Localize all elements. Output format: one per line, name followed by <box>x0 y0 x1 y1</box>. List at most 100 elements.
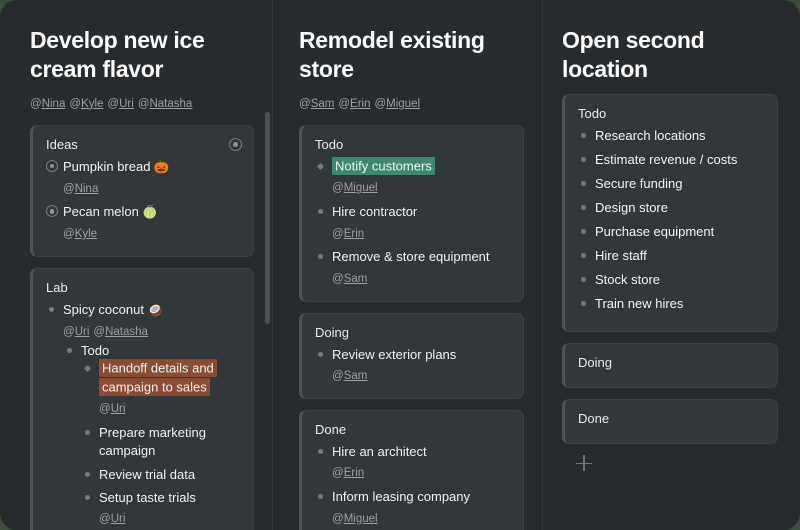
card-done[interactable]: Done Hire an architect @Erin Inform leasing… <box>299 409 524 530</box>
mention[interactable]: @Nina <box>63 183 98 195</box>
item-label: Notify customers <box>332 157 435 176</box>
dot-bullet-icon <box>581 156 586 162</box>
item-label: Research locations <box>595 127 706 143</box>
list-item[interactable]: Handoff details and campaign to sales @Ur… <box>83 359 241 419</box>
mention[interactable]: @Miguel <box>332 182 378 194</box>
card-title: Lab <box>46 279 68 295</box>
dot-bullet-icon <box>318 448 323 454</box>
item-label: Stock store <box>595 271 661 287</box>
mention[interactable]: @Uri <box>63 326 89 338</box>
mention[interactable]: @Sam <box>332 273 367 285</box>
list-item[interactable]: Estimate revenue / costs <box>581 151 765 169</box>
mention[interactable]: @Erin <box>332 467 364 479</box>
item-label: Design store <box>595 199 668 215</box>
dot-bullet-icon <box>85 495 90 501</box>
card-title: Doing <box>315 324 349 340</box>
mention-name: Nina <box>74 182 99 195</box>
mention[interactable]: @Kyle <box>63 228 97 240</box>
item-list: Review exterior plans @Sam <box>315 346 511 386</box>
list-item[interactable]: Stock store <box>581 271 765 289</box>
list-item[interactable]: Research locations <box>581 127 765 145</box>
list-item[interactable]: Remove & store equipment @Sam <box>318 248 511 288</box>
mention-name: Kyle <box>74 228 98 241</box>
item-mentions: @Nina <box>63 178 241 199</box>
list-item[interactable]: Pumpkin bread 🎃 @Nina <box>46 158 241 199</box>
card-ideas[interactable]: Ideas Pumpkin bread 🎃 @Nina Pecan melon 🍈 @K… <box>30 124 254 257</box>
mention-at: @ <box>332 272 344 285</box>
list-item[interactable]: Spicy coconut 🥥 @Uri @Natasha Todo Handoff d… <box>49 301 241 530</box>
column-scrollbar[interactable] <box>265 112 270 324</box>
mention[interactable]: @Natasha <box>93 326 148 338</box>
card-todo[interactable]: Todo Notify customers @Miguel Hire contract… <box>299 124 524 302</box>
mention-name: Erin <box>343 227 365 240</box>
dot-bullet-icon <box>581 180 586 186</box>
card-doing[interactable]: Doing <box>562 342 778 388</box>
list-item[interactable]: Train new hires <box>581 295 765 313</box>
item-mentions: @Miguel <box>332 508 511 529</box>
mention-at: @ <box>63 182 75 195</box>
mention[interactable]: @Uri <box>107 98 133 110</box>
mention-at: @ <box>99 513 111 526</box>
list-item[interactable]: Secure funding <box>581 175 765 193</box>
item-label: Train new hires <box>595 295 684 311</box>
list-item[interactable]: Review exterior plans @Sam <box>318 346 511 386</box>
list-item[interactable]: Notify customers @Miguel <box>316 157 511 198</box>
list-item[interactable]: Todo Handoff details and campaign to sale… <box>67 342 241 530</box>
highlighted-text: Notify customers <box>332 157 435 176</box>
list-item[interactable]: Pecan melon 🍈 @Kyle <box>46 203 241 244</box>
mention[interactable]: @Uri <box>99 513 125 525</box>
mention[interactable]: @Erin <box>332 228 364 240</box>
item-label: Secure funding <box>595 175 683 191</box>
item-label: Pecan melon 🍈 <box>63 204 158 220</box>
mention-name: Miguel <box>343 512 378 525</box>
diamond-bullet-icon <box>316 162 325 170</box>
column-title: Develop new ice cream flavor <box>30 27 205 83</box>
mention[interactable]: @Kyle <box>69 98 103 110</box>
list-item[interactable]: Hire staff <box>581 247 765 265</box>
item-mentions: @Erin <box>332 223 511 244</box>
mention-name: Natasha <box>149 97 193 110</box>
card-done[interactable]: Done <box>562 398 778 444</box>
list-item[interactable]: Prepare marketing campaign <box>85 424 241 461</box>
card-doing[interactable]: Doing Review exterior plans @Sam <box>299 312 524 399</box>
mention[interactable]: @Natasha <box>138 98 193 110</box>
item-list: Notify customers @Miguel Hire contractor @E… <box>315 157 511 289</box>
mention-name: Uri <box>119 97 134 110</box>
item-label: Remove & store equipment <box>332 249 490 265</box>
item-list: Hire an architect @Erin Inform leasing com… <box>315 443 511 529</box>
card-radio-icon[interactable] <box>229 137 242 151</box>
add-card-button[interactable] <box>576 454 594 473</box>
list-item[interactable]: Review trial data <box>85 466 241 484</box>
mention-name: Erin <box>350 97 371 110</box>
mention[interactable]: @Miguel <box>374 98 420 110</box>
kanban-board: Develop new ice cream flavor @Nina @Kyle @U… <box>0 0 800 530</box>
list-item[interactable]: Setup taste trials @Uri <box>85 489 241 529</box>
mention-at: @ <box>99 402 111 415</box>
list-item[interactable]: Hire contractor @Erin <box>318 203 511 244</box>
list-item[interactable]: Purchase equipment <box>581 223 765 241</box>
mention-name: Miguel <box>343 182 378 195</box>
item-label: Hire contractor <box>332 204 418 220</box>
list-item[interactable]: Design store <box>581 199 765 217</box>
mention[interactable]: @Nina <box>30 98 65 110</box>
mention[interactable]: @Sam <box>332 370 367 382</box>
mention-at: @ <box>69 97 82 110</box>
item-label: Pumpkin bread 🎃 <box>63 158 170 174</box>
mention[interactable]: @Sam <box>299 98 334 110</box>
mention-at: @ <box>332 370 344 383</box>
list-item[interactable]: Inform leasing company @Miguel <box>318 488 511 529</box>
mention[interactable]: @Erin <box>338 98 370 110</box>
card-lab[interactable]: Lab Spicy coconut 🥥 @Uri @Natasha Todo Handof… <box>30 267 254 530</box>
item-emoji-icon: 🥥 <box>143 302 163 317</box>
mention-at: @ <box>338 97 351 110</box>
column-title: Open second location <box>562 27 705 83</box>
list-item[interactable]: Hire an architect @Erin <box>318 443 511 483</box>
mention-name: Uri <box>74 325 90 338</box>
item-label: Purchase equipment <box>595 223 715 239</box>
card-todo[interactable]: Todo Research locations Estimate revenue /… <box>562 93 778 332</box>
dot-bullet-icon <box>581 132 586 138</box>
mention[interactable]: @Miguel <box>332 513 378 525</box>
mention[interactable]: @Uri <box>99 403 125 415</box>
card-title: Ideas <box>46 136 78 152</box>
item-label: Estimate revenue / costs <box>595 151 738 167</box>
